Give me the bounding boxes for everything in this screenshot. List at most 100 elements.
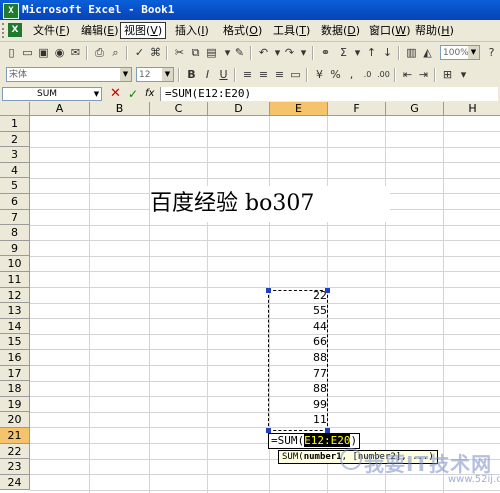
row-header-22[interactable]: 22 xyxy=(0,443,30,460)
row-header-12[interactable]: 12 xyxy=(0,287,30,304)
comma-style-icon[interactable]: , xyxy=(344,67,359,82)
decrease-indent-icon[interactable]: ⇤ xyxy=(400,67,415,82)
row-header-5[interactable]: 5 xyxy=(0,178,30,194)
workbook-icon[interactable]: X xyxy=(8,23,22,37)
save-icon[interactable]: ▣ xyxy=(36,45,51,60)
font-size-combo[interactable]: 12 ▼ xyxy=(136,67,174,82)
column-header-h[interactable]: H xyxy=(444,102,500,116)
row-header-19[interactable]: 19 xyxy=(0,396,30,413)
increase-indent-icon[interactable]: ⇥ xyxy=(416,67,431,82)
menu-w[interactable]: 窗口(W) xyxy=(366,23,413,38)
row-header-13[interactable]: 13 xyxy=(0,303,30,319)
chevron-down-icon[interactable]: ▼ xyxy=(92,88,101,100)
row-header-16[interactable]: 16 xyxy=(0,350,30,366)
hyperlink-icon[interactable]: ⚭ xyxy=(318,45,333,60)
enter-icon[interactable]: ✓ xyxy=(128,86,138,102)
column-header-b[interactable]: B xyxy=(90,102,150,116)
row-header-7[interactable]: 7 xyxy=(0,209,30,226)
zoom-combo[interactable]: 100% ▼ xyxy=(440,45,480,60)
column-header-e[interactable]: E xyxy=(270,102,328,116)
chevron-down-icon[interactable]: ▼ xyxy=(120,68,131,81)
row-header-6[interactable]: 6 xyxy=(0,194,30,210)
menu-o[interactable]: 格式(O) xyxy=(220,23,265,38)
undo-icon[interactable]: ↶ xyxy=(256,45,271,60)
redo-icon[interactable]: ↷ xyxy=(282,45,297,60)
column-header-g[interactable]: G xyxy=(386,102,444,116)
row-header-3[interactable]: 3 xyxy=(0,147,30,163)
autosum-dropdown-icon[interactable]: ▾ xyxy=(350,45,365,60)
chevron-down-icon[interactable]: ▼ xyxy=(162,68,173,81)
row-header-20[interactable]: 20 xyxy=(0,412,30,428)
row-header-1[interactable]: 1 xyxy=(0,116,30,132)
select-all-corner[interactable] xyxy=(0,102,30,116)
tooltip-func[interactable]: SUM( xyxy=(282,452,304,462)
borders-dropdown-icon[interactable]: ▾ xyxy=(456,67,471,82)
underline-icon[interactable]: U xyxy=(216,67,231,82)
row-header-10[interactable]: 10 xyxy=(0,256,30,272)
row-header-14[interactable]: 14 xyxy=(0,318,30,335)
paste-icon[interactable]: ▤ xyxy=(204,45,219,60)
cut-icon[interactable]: ✂ xyxy=(172,45,187,60)
font-name-combo[interactable]: 宋体 ▼ xyxy=(6,67,132,82)
row-header-23[interactable]: 23 xyxy=(0,459,30,475)
align-center-icon[interactable]: ≡ xyxy=(256,67,271,82)
cancel-icon[interactable]: ✕ xyxy=(110,86,121,102)
permission-icon[interactable]: ◉ xyxy=(52,45,67,60)
row-header-17[interactable]: 17 xyxy=(0,365,30,382)
percent-icon[interactable]: % xyxy=(328,67,343,82)
column-header-a[interactable]: A xyxy=(30,102,90,116)
chevron-down-icon[interactable]: ▼ xyxy=(468,46,479,59)
help-icon[interactable]: ? xyxy=(484,45,499,60)
chart-wizard-icon[interactable]: ▥ xyxy=(404,45,419,60)
row-header-24[interactable]: 24 xyxy=(0,474,30,491)
row-header-15[interactable]: 15 xyxy=(0,334,30,350)
print-preview-icon[interactable]: ⌕ xyxy=(108,45,123,60)
range-handle[interactable] xyxy=(325,288,330,293)
menu-t[interactable]: 工具(T) xyxy=(270,23,313,38)
name-box[interactable]: SUM ▼ xyxy=(2,87,102,101)
copy-icon[interactable]: ⧉ xyxy=(188,45,203,60)
print-icon[interactable]: ⎙ xyxy=(92,45,107,60)
row-header-9[interactable]: 9 xyxy=(0,240,30,257)
column-header-d[interactable]: D xyxy=(208,102,270,116)
tooltip-arg1[interactable]: number1 xyxy=(304,452,342,462)
research-icon[interactable]: ⌘ xyxy=(148,45,163,60)
borders-icon[interactable]: ⊞ xyxy=(440,67,455,82)
menu-f[interactable]: 文件(F) xyxy=(30,23,73,38)
bold-icon[interactable]: B xyxy=(184,67,199,82)
range-handle[interactable] xyxy=(266,288,271,293)
sort-ascending-icon[interactable]: ↑ xyxy=(364,45,379,60)
column-header-f[interactable]: F xyxy=(328,102,386,116)
autosum-icon[interactable]: Σ xyxy=(336,45,351,60)
column-header-c[interactable]: C xyxy=(150,102,208,116)
open-folder-icon[interactable]: ▭ xyxy=(20,45,35,60)
sort-descending-icon[interactable]: ↓ xyxy=(380,45,395,60)
menu-h[interactable]: 帮助(H) xyxy=(412,23,457,38)
redo-dropdown-icon[interactable]: ▾ xyxy=(296,45,311,60)
currency-icon[interactable]: ¥ xyxy=(312,67,327,82)
new-document-icon[interactable]: ▯ xyxy=(4,45,19,60)
align-left-icon[interactable]: ≡ xyxy=(240,67,255,82)
menu-i[interactable]: 插入(I) xyxy=(172,23,212,38)
email-icon[interactable]: ✉ xyxy=(68,45,83,60)
toolbar-grip[interactable] xyxy=(2,23,7,38)
row-header-11[interactable]: 11 xyxy=(0,272,30,288)
insert-function-icon[interactable]: fx xyxy=(145,87,154,101)
format-painter-icon[interactable]: ✎ xyxy=(232,45,247,60)
formula-input[interactable]: =SUM(E12:E20) xyxy=(160,87,498,101)
align-right-icon[interactable]: ≡ xyxy=(272,67,287,82)
row-header-4[interactable]: 4 xyxy=(0,162,30,179)
increase-decimal-icon[interactable]: .0 xyxy=(360,67,375,82)
spelling-icon[interactable]: ✓ xyxy=(132,45,147,60)
drawing-icon[interactable]: ◭ xyxy=(420,45,435,60)
menu-e[interactable]: 编辑(E) xyxy=(78,23,122,38)
row-header-18[interactable]: 18 xyxy=(0,381,30,397)
row-header-21[interactable]: 21 xyxy=(0,428,30,444)
menu-d[interactable]: 数据(D) xyxy=(318,23,363,38)
decrease-decimal-icon[interactable]: .00 xyxy=(376,67,391,82)
merge-center-icon[interactable]: ▭ xyxy=(288,67,303,82)
row-header-8[interactable]: 8 xyxy=(0,225,30,241)
row-header-2[interactable]: 2 xyxy=(0,131,30,148)
italic-icon[interactable]: I xyxy=(200,67,215,82)
worksheet-grid[interactable]: ABCDEFGH 1 2 3 4 5 6 7 8 9 10 11 12 13 14 15 16 17 18 19 20… xyxy=(0,102,500,493)
